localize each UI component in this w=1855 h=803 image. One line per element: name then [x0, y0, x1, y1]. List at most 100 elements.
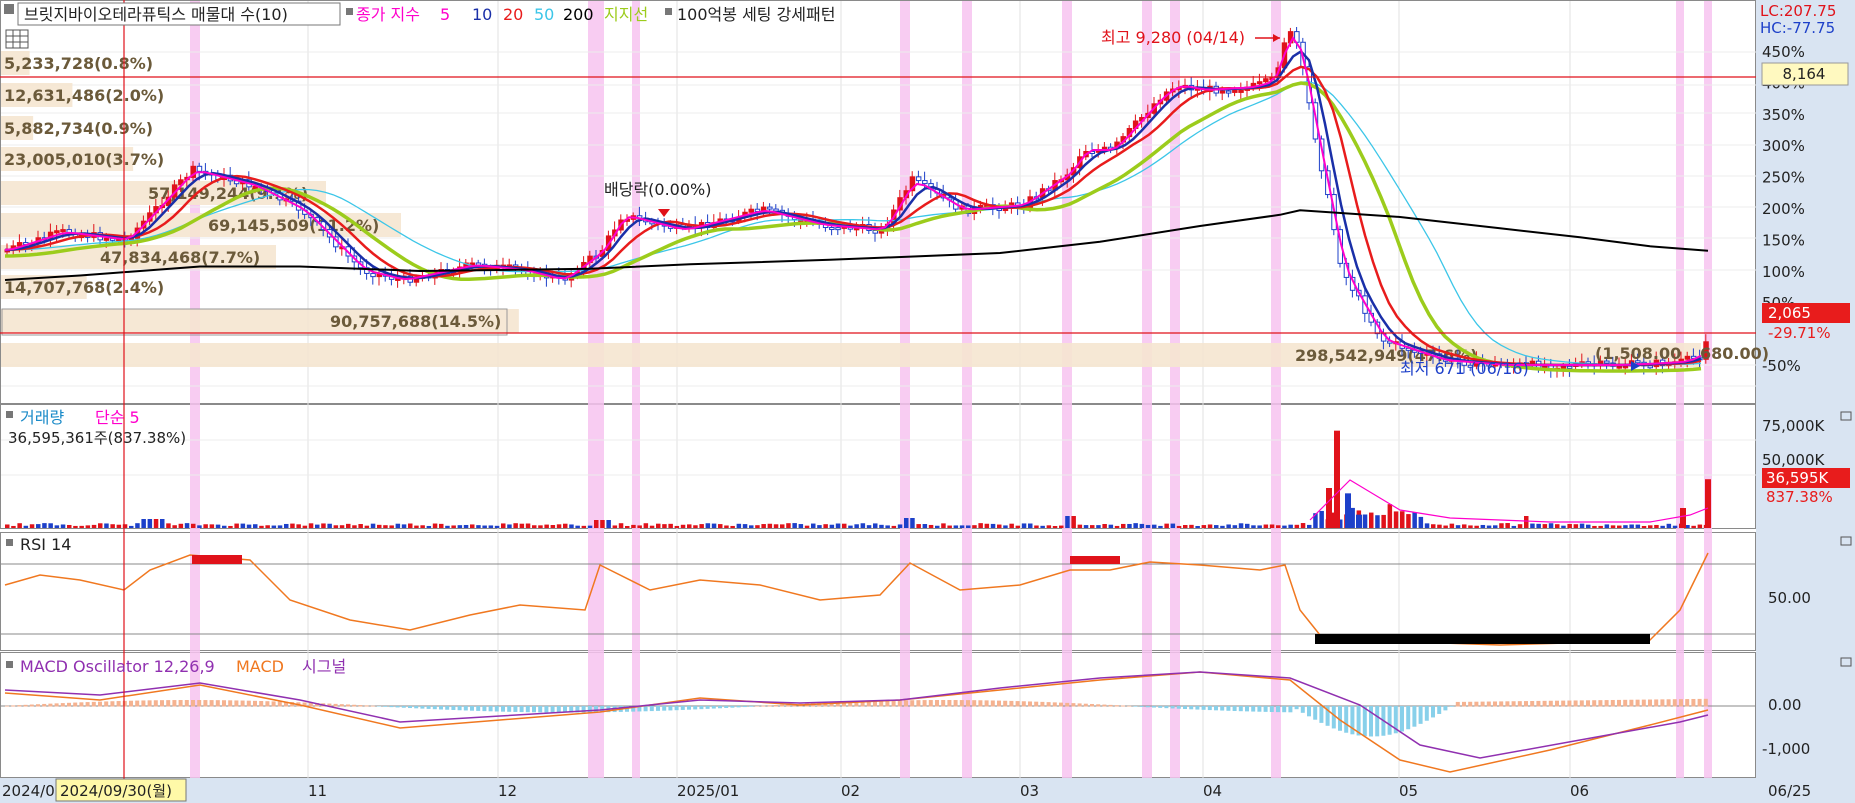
macd-osc-bar — [1257, 706, 1262, 712]
macd-osc-bar — [693, 706, 698, 710]
macd-osc-bar — [1362, 706, 1367, 737]
volume-bar-265 — [1648, 525, 1653, 528]
macd-osc-bar — [538, 706, 543, 713]
volume-bar-81 — [507, 524, 512, 528]
candle-196 — [1219, 90, 1226, 94]
macd-osc-bar — [1015, 701, 1020, 707]
macd-osc-bar — [116, 701, 121, 707]
volume-bar-210 — [1307, 524, 1312, 528]
volume-bar-133 — [829, 524, 835, 528]
volume-bar-2 — [17, 523, 22, 528]
volume-bar-4 — [29, 524, 35, 528]
macd-osc-bar — [1468, 701, 1473, 707]
candle-199 — [1238, 89, 1244, 93]
volume-bar-129 — [804, 525, 810, 528]
macd-osc-bar — [29, 704, 34, 707]
macd-osc-bar — [420, 706, 425, 709]
volume-bar-256 — [1592, 525, 1597, 528]
macd-osc-bar — [532, 706, 536, 713]
macd-osc-bar — [482, 706, 487, 712]
macd-osc-bar — [755, 705, 760, 707]
candle-9 — [60, 229, 66, 233]
volume-bar-205 — [1276, 525, 1281, 528]
volume-bar-197 — [1226, 524, 1231, 528]
volume-bar-125 — [780, 524, 785, 528]
settings-square-icon[interactable] — [4, 4, 14, 14]
macd-osc-bar — [91, 701, 96, 707]
macd-osc-bar — [1474, 701, 1479, 707]
macd-osc-bar — [222, 700, 226, 707]
volume-bar-178 — [1108, 524, 1114, 528]
volume-bar-87 — [544, 524, 549, 528]
volume-bar-88 — [550, 525, 556, 528]
macd-osc-bar — [1641, 699, 1646, 707]
macd-osc-bar — [1176, 706, 1181, 709]
macd-osc-bar — [687, 706, 691, 710]
volume-bar-109 — [680, 524, 686, 528]
macd-osc-bar — [1158, 706, 1163, 708]
candle-198 — [1232, 89, 1238, 93]
volume-bar-68 — [426, 525, 432, 528]
volume-bar-154 — [959, 525, 965, 528]
volume-profile-label-5: 69,145,509(11.2%) — [208, 216, 379, 235]
macd-osc-bar — [1245, 706, 1249, 712]
macd-osc-bar — [184, 700, 189, 707]
volume-bar-96 — [600, 520, 605, 528]
macd-osc-bar — [1102, 704, 1107, 707]
volume-bar-3 — [23, 525, 29, 528]
volume-bar-44 — [277, 525, 283, 528]
macd-osc-bar — [5, 705, 9, 707]
volume-bar-43 — [271, 525, 277, 528]
pct-axis-label-5: 200% — [1762, 200, 1805, 218]
volume-bar-239 — [1486, 525, 1492, 528]
macd-osc-bar — [749, 706, 753, 707]
volume-bar-51 — [321, 523, 326, 528]
candle-120 — [748, 208, 754, 213]
macd-osc-bar — [594, 706, 598, 713]
macd-osc-bar — [426, 706, 431, 709]
macd-osc-bar — [1077, 703, 1082, 707]
volume-bar-72 — [451, 525, 456, 528]
volume-bar-104 — [649, 525, 655, 528]
volume-title: 거래량 — [20, 408, 64, 427]
volume-axis-50000: 50,000K — [1762, 451, 1825, 469]
macd-osc-bar — [1195, 706, 1200, 710]
volume-bar-161 — [1003, 525, 1008, 528]
macd-osc-bar — [445, 706, 450, 710]
ma-period-10: 10 — [472, 5, 492, 24]
macd-osc-bar — [959, 700, 964, 707]
candle-203 — [1263, 78, 1269, 83]
macd-osc-bar — [1331, 706, 1336, 729]
candle-123 — [767, 206, 773, 210]
macd-osc-bar — [1220, 706, 1225, 711]
candle-271 — [1684, 355, 1691, 360]
volume-bar-235 — [1462, 524, 1467, 528]
rsi-overbought-fill-2 — [1070, 556, 1120, 564]
macd-osc-bar — [240, 700, 245, 707]
volume-bar-58 — [364, 525, 370, 528]
volume-bar-29 — [184, 523, 190, 528]
macd-osc-bar — [1586, 700, 1590, 707]
macd-osc-bar — [1344, 706, 1349, 733]
volume-bar-173 — [1077, 524, 1083, 528]
volume-bar-49 — [308, 523, 314, 528]
macd-osc-bar — [1263, 706, 1268, 712]
volume-bar-184 — [1145, 524, 1151, 528]
volume-bar-200 — [1245, 523, 1250, 528]
volume-bar-224 — [1393, 511, 1399, 528]
volume-bar-165 — [1028, 523, 1033, 528]
macd-osc-bar — [1034, 701, 1039, 707]
volume-bar-142 — [885, 525, 890, 528]
volume-bar-146 — [910, 518, 915, 528]
macd-osc-bar — [54, 703, 59, 707]
volume-bar-164 — [1021, 523, 1027, 528]
x-label-11: 11 — [308, 782, 327, 800]
macd-osc-bar — [947, 700, 952, 707]
ma-period-50: 50 — [534, 5, 554, 24]
volume-bar-78 — [488, 525, 494, 528]
table-icon[interactable] — [5, 29, 29, 49]
volume-bar-116 — [724, 525, 729, 528]
volume-bar-21 — [135, 523, 140, 528]
volume-bar-101 — [631, 524, 636, 528]
macd-osc-bar — [1164, 706, 1169, 709]
